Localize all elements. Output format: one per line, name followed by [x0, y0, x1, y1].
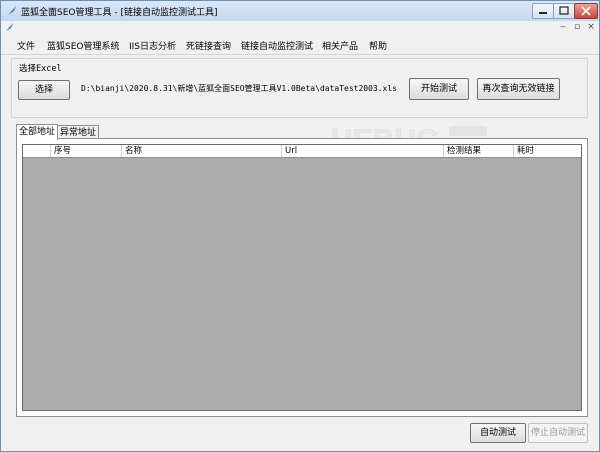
child-close-icon[interactable]: × [585, 21, 597, 33]
main-window: 蓝狐全面SEO管理工具 - [链接自动监控测试工具] ‒ ▫ × 文件 蓝狐SE… [0, 0, 600, 452]
column-header-result[interactable]: 检测结果 [443, 145, 513, 157]
auto-test-button[interactable]: 自动测试 [470, 423, 526, 443]
column-header-index[interactable]: 序号 [50, 145, 117, 157]
close-icon [581, 6, 591, 16]
menu-help[interactable]: 帮助 [369, 39, 387, 52]
column-header-time[interactable]: 耗时 [513, 145, 581, 157]
app-feather-icon [8, 6, 16, 15]
select-file-button[interactable]: 选择 [18, 80, 70, 100]
maximize-icon [559, 6, 569, 15]
close-button[interactable] [574, 3, 598, 19]
recheck-invalid-links-button[interactable]: 再次查询无效链接 [477, 78, 560, 100]
mdi-child-bar: ‒ ▫ × [1, 21, 599, 35]
maximize-button[interactable] [553, 3, 575, 19]
menu-seo-system[interactable]: 蓝狐SEO管理系统 [47, 39, 119, 52]
row-header-corner [23, 145, 50, 157]
stop-auto-test-button[interactable]: 停止自动测试 [528, 423, 588, 443]
start-test-button[interactable]: 开始测试 [409, 78, 469, 100]
excel-group-label: 选择Excel [19, 64, 62, 74]
column-header-name[interactable]: 名称 [121, 145, 279, 157]
menu-dead-links[interactable]: 死链接查询 [186, 39, 231, 52]
column-header-url[interactable]: Url [281, 145, 443, 157]
child-restore-icon[interactable]: ▫ [571, 21, 583, 33]
menu-link-monitor[interactable]: 链接自动监控测试 [241, 39, 313, 52]
menu-file[interactable]: 文件 [17, 39, 35, 52]
child-minimize-icon[interactable]: ‒ [557, 21, 569, 33]
menu-products[interactable]: 相关产品 [322, 39, 358, 52]
menu-iis-log[interactable]: IIS日志分析 [129, 39, 176, 52]
window-title: 蓝狐全面SEO管理工具 - [链接自动监控测试工具] [21, 8, 218, 18]
results-grid[interactable]: 序号 名称 Url 检测结果 耗时 [22, 144, 582, 411]
minimize-icon [539, 12, 547, 14]
tab-all-addresses[interactable]: 全部地址 [16, 124, 58, 140]
menu-bar: 文件 蓝狐SEO管理系统 IIS日志分析 死链接查询 链接自动监控测试 相关产品… [1, 36, 599, 55]
grid-header: 序号 名称 Url 检测结果 耗时 [23, 145, 581, 158]
title-bar[interactable]: 蓝狐全面SEO管理工具 - [链接自动监控测试工具] [1, 1, 599, 21]
minimize-button[interactable] [532, 3, 554, 19]
child-feather-icon [6, 23, 13, 31]
file-path-text: D:\bianji\2020.8.31\新增\蓝狐全面SEO管理工具V1.0Be… [81, 84, 398, 93]
